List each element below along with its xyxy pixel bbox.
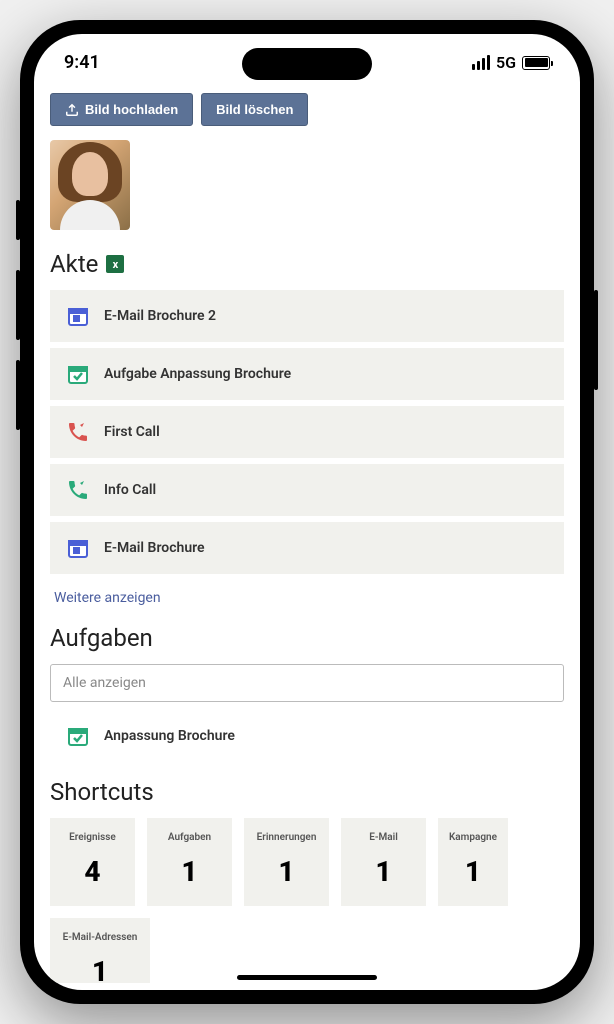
akte-item-label: E-Mail Brochure 2: [104, 308, 216, 324]
shortcut-label: Kampagne: [448, 832, 498, 843]
button-row: Bild hochladen Bild löschen: [50, 93, 564, 126]
shortcuts-section-title: Shortcuts: [50, 778, 564, 806]
akte-section-title: Akte x: [50, 250, 564, 278]
shortcut-value: 1: [254, 855, 319, 888]
excel-export-icon[interactable]: x: [106, 255, 124, 273]
shortcut-ereignisse[interactable]: Ereignisse 4: [50, 818, 135, 906]
status-time: 9:41: [64, 52, 100, 73]
shortcut-erinnerungen[interactable]: Erinnerungen 1: [244, 818, 329, 906]
phone-frame: 9:41 5G: [20, 20, 594, 1004]
shortcut-value: 1: [351, 855, 416, 888]
network-label: 5G: [496, 53, 516, 72]
shortcut-aufgaben[interactable]: Aufgaben 1: [147, 818, 232, 906]
akte-item-label: Aufgabe Anpassung Brochure: [104, 366, 291, 382]
shortcut-value: 4: [60, 855, 125, 888]
status-right: 5G: [472, 53, 550, 72]
checkbox-icon: [66, 724, 90, 748]
shortcut-kampagne[interactable]: Kampagne 1: [438, 818, 508, 906]
akte-title-text: Akte: [50, 250, 98, 278]
upload-icon: [65, 103, 79, 117]
avatar[interactable]: [50, 140, 130, 230]
shortcut-label: Erinnerungen: [254, 832, 319, 843]
phone-screen: 9:41 5G: [34, 34, 580, 990]
delete-image-button[interactable]: Bild löschen: [201, 93, 308, 126]
akte-item[interactable]: Aufgabe Anpassung Brochure: [50, 348, 564, 400]
shortcuts-grid: Ereignisse 4 Aufgaben 1 Erinnerungen 1 E…: [50, 818, 564, 983]
akte-item[interactable]: First Call: [50, 406, 564, 458]
silent-switch: [16, 200, 20, 240]
content-area: Bild hochladen Bild löschen Akte x: [34, 83, 580, 983]
shortcut-value: 1: [448, 855, 498, 888]
delete-label: Bild löschen: [216, 102, 293, 117]
dynamic-island: [242, 48, 372, 80]
phone-outgoing-icon: [66, 420, 90, 444]
shortcut-value: 1: [157, 855, 222, 888]
akte-item[interactable]: E-Mail Brochure 2: [50, 290, 564, 342]
aufgaben-item-label: Anpassung Brochure: [104, 728, 235, 744]
calendar-icon: [66, 304, 90, 328]
aufgaben-filter-dropdown[interactable]: Alle anzeigen: [50, 664, 564, 702]
aufgaben-item[interactable]: Anpassung Brochure: [50, 712, 564, 760]
akte-item-label: E-Mail Brochure: [104, 540, 205, 556]
battery-icon: [522, 56, 550, 70]
upload-label: Bild hochladen: [85, 102, 178, 117]
aufgaben-section-title: Aufgaben: [50, 624, 564, 652]
signal-icon: [472, 55, 490, 70]
home-indicator[interactable]: [237, 975, 377, 980]
shortcut-label: E-Mail-Adressen: [60, 932, 140, 943]
shortcuts-title-text: Shortcuts: [50, 778, 154, 806]
shortcut-label: E-Mail: [351, 832, 416, 843]
akte-item[interactable]: Info Call: [50, 464, 564, 516]
power-button: [594, 290, 598, 390]
shortcut-value: 1: [60, 955, 140, 983]
volume-up-button: [16, 270, 20, 340]
aufgaben-title-text: Aufgaben: [50, 624, 153, 652]
show-more-link[interactable]: Weitere anzeigen: [50, 580, 165, 624]
shortcut-label: Ereignisse: [60, 832, 125, 843]
calendar-icon: [66, 536, 90, 560]
shortcut-email[interactable]: E-Mail 1: [341, 818, 426, 906]
shortcut-email-adressen[interactable]: E-Mail-Adressen 1: [50, 918, 150, 983]
shortcut-label: Aufgaben: [157, 832, 222, 843]
akte-item-label: First Call: [104, 424, 160, 440]
akte-item[interactable]: E-Mail Brochure: [50, 522, 564, 574]
akte-item-label: Info Call: [104, 482, 156, 498]
upload-image-button[interactable]: Bild hochladen: [50, 93, 193, 126]
phone-incoming-icon: [66, 478, 90, 502]
volume-down-button: [16, 360, 20, 430]
checkbox-icon: [66, 362, 90, 386]
